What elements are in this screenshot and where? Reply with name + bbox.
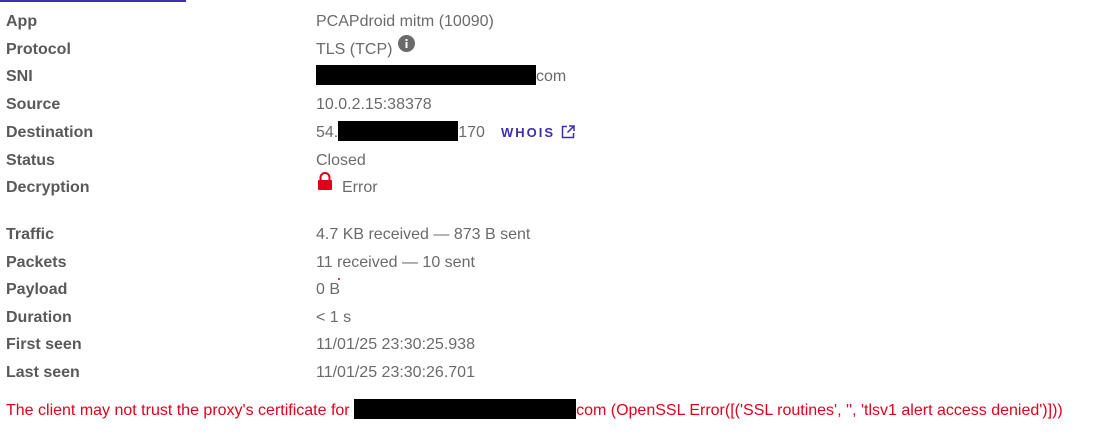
packets-label: Packets <box>6 254 67 271</box>
lock-icon <box>316 172 334 199</box>
row-traffic: Traffic 4.7 KB received — 873 B sent <box>0 222 1099 248</box>
error-message: The client may not trust the proxy's cer… <box>6 398 1063 424</box>
duration-value: < 1 s <box>316 309 352 326</box>
last-seen-value: 11/01/25 23:30:26.701 <box>316 364 475 381</box>
protocol-label: Protocol <box>6 41 71 58</box>
row-status: Status Closed <box>0 148 1099 174</box>
whois-link[interactable]: WHOIS <box>501 125 575 140</box>
row-destination: Destination 54. 170 WHOIS <box>0 120 1099 146</box>
last-seen-label: Last seen <box>6 364 80 381</box>
row-payload: Payload 0 B <box>0 277 1099 303</box>
payload-label: Payload <box>6 281 68 298</box>
error-redaction <box>354 399 577 420</box>
source-value: 10.0.2.15:38378 <box>316 96 432 113</box>
decryption-value: Error <box>342 179 378 196</box>
destination-label: Destination <box>6 124 94 141</box>
row-app: App PCAPdroid mitm (10090) <box>0 9 1099 35</box>
row-sni: SNI com <box>0 64 1099 90</box>
error-message-suffix: com (OpenSSL Error([('SSL routines', '',… <box>576 402 1063 419</box>
protocol-value: TLS (TCP) <box>316 41 393 58</box>
destination-value-prefix: 54. <box>316 124 339 141</box>
payload-value: 0 B <box>316 281 341 298</box>
row-source: Source 10.0.2.15:38378 <box>0 92 1099 118</box>
row-duration: Duration < 1 s <box>0 305 1099 331</box>
row-protocol: Protocol TLS (TCP) <box>0 35 1099 63</box>
row-first-seen: First seen 11/01/25 23:30:25.938 <box>0 332 1099 358</box>
row-last-seen: Last seen 11/01/25 23:30:26.701 <box>0 360 1099 386</box>
sni-value-suffix: com <box>536 68 567 85</box>
status-value: Closed <box>316 152 366 169</box>
external-link-icon <box>561 125 575 139</box>
active-tab-indicator <box>0 0 186 2</box>
destination-value-suffix: 170 <box>458 124 485 141</box>
sni-redaction <box>316 65 536 86</box>
decryption-label: Decryption <box>6 179 90 196</box>
error-message-prefix: The client may not trust the proxy's cer… <box>6 402 355 419</box>
first-seen-label: First seen <box>6 336 82 353</box>
traffic-value: 4.7 KB received — 873 B sent <box>316 226 531 243</box>
protocol-value-container: TLS (TCP) <box>316 35 416 63</box>
source-label: Source <box>6 96 61 113</box>
duration-label: Duration <box>6 309 72 326</box>
status-label: Status <box>6 152 55 169</box>
row-packets: Packets 11 received — 10 sent <box>0 250 1099 276</box>
sni-value-container: com <box>316 64 566 90</box>
destination-value-container: 54. 170 WHOIS <box>316 120 575 146</box>
traffic-label: Traffic <box>6 226 55 243</box>
whois-label: WHOIS <box>500 125 556 140</box>
packets-value: 11 received — 10 sent <box>316 254 475 271</box>
destination-redaction <box>338 121 459 142</box>
info-icon[interactable] <box>398 35 416 61</box>
decryption-value-container: Error <box>316 172 378 201</box>
app-value: PCAPdroid mitm (10090) <box>316 13 494 30</box>
first-seen-value: 11/01/25 23:30:25.938 <box>316 336 475 353</box>
row-decryption: Decryption Error <box>0 172 1099 201</box>
app-label: App <box>6 13 38 30</box>
sni-label: SNI <box>6 68 33 85</box>
